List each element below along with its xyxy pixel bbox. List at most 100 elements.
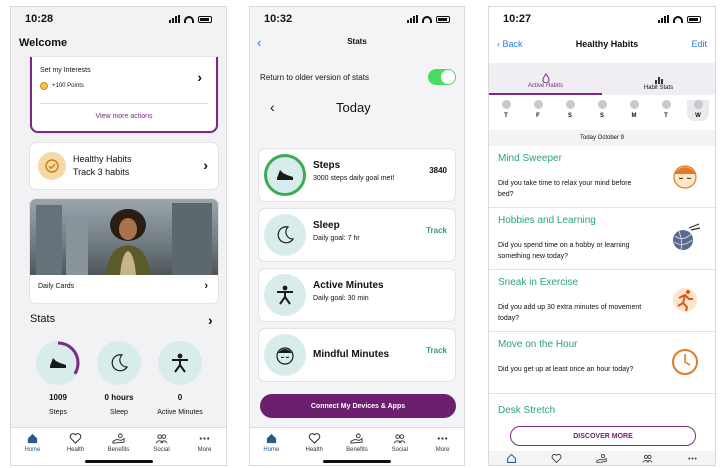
tab-home[interactable]: Home — [13, 432, 53, 465]
tab-more[interactable]: More — [185, 432, 225, 465]
hand-coin-icon[interactable] — [596, 453, 608, 464]
stat-value: 3840 — [429, 166, 447, 175]
home-icon[interactable] — [506, 453, 517, 464]
heart-icon — [69, 433, 82, 444]
tab-label: Health — [66, 447, 85, 453]
battery-icon — [198, 15, 212, 23]
tab-habit-stats[interactable]: Habit Stats — [602, 63, 715, 95]
drop-icon — [541, 73, 550, 83]
stats-heading: Stats — [30, 313, 56, 325]
day-label: Today — [335, 99, 371, 115]
tab-label: Social — [391, 447, 408, 453]
stat-row-steps[interactable]: Steps 3000 steps daily goal met! 3840 — [259, 149, 455, 201]
active-minutes-value: 0 — [177, 393, 183, 402]
home-indicator — [84, 460, 153, 463]
tab-label: Benefits — [346, 447, 368, 453]
healthy-habits-screen: 10:27 ‹ Back Healthy Habits Edit Active … — [488, 6, 716, 466]
points-label: +100 Points — [52, 83, 84, 89]
habit-name: Move on the Hour — [498, 339, 578, 350]
page-title: Healthy Habits — [575, 39, 639, 49]
people-icon[interactable] — [642, 453, 653, 464]
track-link[interactable]: Track — [426, 226, 447, 235]
day-item[interactable]: S — [559, 100, 581, 121]
moon-icon — [264, 214, 306, 256]
heart-icon — [308, 433, 320, 444]
more-dots-icon[interactable] — [687, 453, 698, 464]
face-icon — [264, 334, 306, 376]
battery-icon — [687, 15, 701, 23]
heart-icon[interactable] — [551, 453, 562, 464]
status-bar: 10:27 — [489, 7, 715, 31]
view-more-actions-link[interactable]: View more actions — [32, 113, 216, 120]
back-button[interactable]: ‹ Back — [497, 39, 523, 49]
habit-row[interactable]: Desk Stretch — [489, 394, 715, 424]
stat-name: Sleep — [313, 220, 340, 231]
stat-row-mindful-minutes[interactable]: Mindful Minutes Track — [259, 329, 455, 381]
day-item[interactable]: S — [591, 100, 613, 121]
more-dots-icon — [437, 437, 448, 440]
habits-subtitle: Track 3 habits — [73, 167, 130, 177]
habit-row[interactable]: Move on the Hour Did you get up at least… — [489, 332, 715, 394]
stat-row-sleep[interactable]: Sleep Daily goal: 7 hr Track — [259, 209, 455, 261]
active-minutes-bubble[interactable] — [158, 341, 202, 385]
steps-value: 1009 — [49, 393, 67, 402]
stat-row-active-minutes[interactable]: Active Minutes Daily goal: 30 min — [259, 269, 455, 321]
steps-bubble[interactable] — [36, 341, 80, 385]
wifi-icon — [184, 15, 194, 23]
clock-icon — [672, 349, 698, 375]
day-selector: ‹ Today — [270, 99, 444, 115]
habit-row[interactable]: Hobbies and Learning Did you spend time … — [489, 208, 715, 270]
sleep-bubble[interactable] — [97, 341, 141, 385]
daily-cards-card[interactable]: Daily Cards › — [30, 199, 218, 303]
chevron-right-icon[interactable]: › — [203, 157, 208, 173]
day-item[interactable]: M — [623, 100, 645, 121]
tab-label: Benefits — [107, 447, 130, 453]
battery-icon — [436, 15, 450, 23]
day-item[interactable]: F — [527, 100, 549, 121]
tab-label: Social — [153, 447, 170, 453]
habit-question: Did you spend time on a hobby or learnin… — [498, 242, 630, 260]
active-minutes-label: Active Minutes — [157, 409, 203, 416]
shoe-icon — [264, 154, 306, 196]
status-time: 10:27 — [503, 13, 532, 25]
edit-button[interactable]: Edit — [691, 39, 707, 49]
day-item[interactable]: T — [495, 100, 517, 121]
tab-home[interactable]: Home — [251, 432, 291, 465]
status-time: 10:32 — [264, 13, 293, 25]
habit-row[interactable]: Mind Sweeper Did you take time to relax … — [489, 146, 715, 208]
tab-label: Habit Stats — [643, 85, 674, 91]
tab-active-habits[interactable]: Active Habits — [489, 63, 602, 95]
healthy-habits-card[interactable]: Healthy Habits Track 3 habits › — [30, 143, 218, 189]
habit-row[interactable]: Sneak in Exercise Did you add up 30 extr… — [489, 270, 715, 332]
older-stats-toggle[interactable] — [428, 69, 456, 85]
chevron-right-icon[interactable]: › — [204, 280, 208, 292]
tab-label: Home — [263, 447, 280, 453]
running-icon — [673, 288, 697, 312]
habit-question: Did you get up at least once an hour tod… — [498, 366, 634, 373]
stat-description: Daily goal: 7 hr — [313, 235, 360, 242]
hand-coin-icon — [112, 433, 125, 444]
interests-card[interactable]: Set my Interests +100 Points › View more… — [30, 57, 218, 133]
habit-name: Hobbies and Learning — [498, 215, 596, 226]
chevron-right-icon[interactable]: › — [208, 312, 213, 328]
moon-icon — [111, 354, 129, 372]
day-item-selected[interactable]: W — [687, 100, 709, 121]
older-stats-row: Return to older version of stats — [260, 69, 456, 85]
daily-cards-label: Daily Cards — [38, 283, 75, 290]
habit-tabs: Active Habits Habit Stats — [489, 63, 715, 95]
chevron-right-icon[interactable]: › — [197, 69, 202, 85]
sleep-value: 0 hours — [104, 393, 134, 402]
signal-icon — [169, 15, 180, 23]
connect-devices-button[interactable]: Connect My Devices & Apps — [260, 394, 456, 418]
bar-chart-icon — [654, 77, 663, 84]
discover-more-button[interactable]: DISCOVER MORE — [510, 426, 696, 446]
day-item[interactable]: T — [655, 100, 677, 121]
stat-description: Daily goal: 30 min — [313, 295, 369, 302]
home-icon — [266, 433, 277, 444]
stat-name: Active Minutes — [313, 280, 384, 291]
track-link[interactable]: Track — [426, 346, 447, 355]
home-indicator — [323, 460, 391, 463]
interests-title: Set my Interests — [40, 67, 91, 74]
sleep-label: Sleep — [110, 409, 128, 416]
tab-more[interactable]: More — [423, 432, 463, 465]
